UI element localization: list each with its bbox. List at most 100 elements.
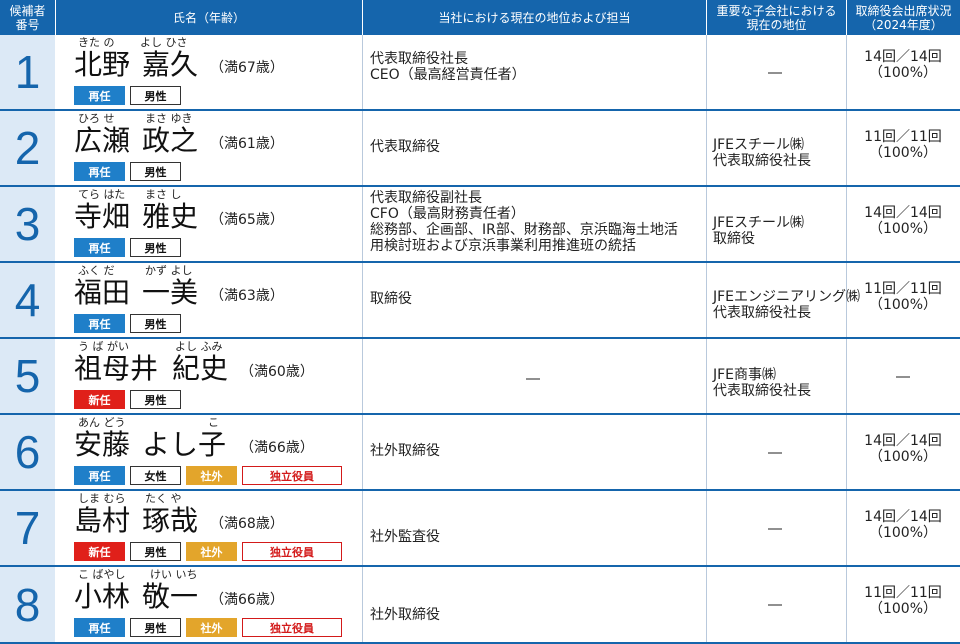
subsidiary-position: JFE商事㈱ 代表取締役社長 — [713, 367, 811, 399]
board-attendance: 11回／11回 （100%） — [864, 585, 942, 617]
current-position: 代表取締役副社長 CFO（最高財務責任者） 総務部、企画部、IR部、財務部、京浜… — [370, 190, 678, 254]
badge-group: 再任 女性 社外 独立役員 — [74, 466, 342, 485]
board-attendance: ― — [896, 369, 910, 385]
badge-group: 再任 男性 — [74, 86, 181, 105]
candidate-number: 4 — [14, 274, 41, 326]
surname: 寺畑 — [74, 200, 131, 233]
column-divider — [362, 339, 363, 413]
badge-outside: 社外 — [186, 542, 237, 561]
subsidiary-position: ― — [768, 521, 782, 537]
candidate-row: 5う ば がい よし ふみ 祖母井 紀史 （満60歳） 新任 男性 ― JFE商事㈱ 代表取締役… — [0, 339, 960, 415]
column-divider — [362, 35, 363, 109]
column-divider — [706, 263, 707, 337]
column-divider — [362, 111, 363, 185]
given-name: 雅史 — [142, 200, 199, 233]
candidate-number: 3 — [14, 198, 41, 250]
badge-new-appointment: 新任 — [74, 390, 125, 409]
badge-reelection: 再任 — [74, 618, 125, 637]
column-divider — [706, 491, 707, 565]
subsidiary-position: ― — [768, 597, 782, 613]
given-name: 一美 — [142, 276, 199, 309]
candidate-number: 8 — [14, 578, 41, 631]
candidate-number-cell: 1 — [0, 35, 55, 109]
age: （満67歳） — [210, 60, 284, 76]
badge-male: 男性 — [130, 314, 181, 333]
column-divider — [706, 415, 707, 489]
badge-reelection: 再任 — [74, 238, 125, 257]
candidate-row: 4 ふく だかず よし 福田 一美 （満63歳） 再任 男性 取締役 JFEエンジニアリング㈱ … — [0, 263, 960, 339]
given-name: 紀史 — [172, 352, 229, 385]
current-position: 社外取締役 — [370, 607, 440, 623]
surname: 島村 — [74, 504, 131, 537]
candidate-row: 8こ ばやし けい いち 小林 敬一 （満66歳） 再任 男性 社外 独立役員 社外取締役 ― 11回… — [0, 567, 960, 644]
candidate-number: 7 — [14, 502, 41, 554]
column-divider — [362, 187, 363, 261]
badge-group: 再任 男性 — [74, 238, 181, 257]
badge-group: 再任 男性 — [74, 162, 181, 181]
badge-group: 再任 男性 社外 独立役員 — [74, 618, 342, 637]
surname: 広瀬 — [74, 124, 131, 157]
badge-new-appointment: 新任 — [74, 542, 125, 561]
badge-independent-officer: 独立役員 — [242, 618, 342, 637]
given-name: 嘉久 — [142, 48, 199, 81]
badge-outside: 社外 — [186, 466, 237, 485]
given-name: 琢哉 — [142, 504, 199, 537]
column-divider — [706, 187, 707, 261]
candidate-row: 3 てら はた まさ し寺畑 雅史 （満65歳） 再任 男性 代表取締役副社長 CFO（最高財… — [0, 187, 960, 263]
age: （満65歳） — [210, 212, 284, 228]
candidate-number-cell: 5 — [0, 339, 55, 413]
candidate-number: 2 — [14, 122, 41, 174]
column-divider — [706, 567, 707, 642]
badge-reelection: 再任 — [74, 466, 125, 485]
candidate-number-cell: 2 — [0, 111, 55, 185]
subsidiary-position: ― — [768, 445, 782, 461]
current-position: 社外取締役 — [370, 443, 440, 459]
age: （満66歳） — [240, 440, 314, 456]
candidate-number: 5 — [14, 350, 41, 402]
candidate-row: 2 ひろ せまさ ゆき 広瀬 政之 （満61歳） 再任 男性 代表取締役 JFEスチール㈱ 代表… — [0, 111, 960, 187]
current-position: ― — [526, 371, 540, 387]
badge-female: 女性 — [130, 466, 181, 485]
candidate-row: 7 しま むら たく や島村 琢哉 （満68歳） 新任 男性 社外 独立役員 社外監査役 ― 14回／… — [0, 491, 960, 567]
candidate-row: 6 あん どうこ安藤 よし子 （満66歳） 再任 女性 社外 独立役員 社外取締役 ― 14回／14… — [0, 415, 960, 491]
candidate-row: 1 きた のよし ひさ 北野 嘉久 （満67歳） 再任 男性 代表取締役社長 CEO（最高経営… — [0, 35, 960, 111]
badge-male: 男性 — [130, 390, 181, 409]
badge-reelection: 再任 — [74, 86, 125, 105]
subsidiary-position: ― — [768, 65, 782, 81]
given-name: よし子 — [142, 428, 227, 461]
candidate-number-cell: 8 — [0, 567, 55, 642]
board-attendance: 11回／11回 （100%） — [864, 281, 942, 313]
candidate-number-cell: 7 — [0, 491, 55, 565]
header-current-position: 当社における現在の地位および担当 — [362, 0, 706, 35]
badge-male: 男性 — [130, 162, 181, 181]
column-divider — [362, 263, 363, 337]
current-position: 取締役 — [370, 291, 412, 307]
column-divider — [362, 491, 363, 565]
badge-group: 新任 男性 社外 独立役員 — [74, 542, 342, 561]
header-subsidiary-position: 重要な子会社における 現在の地位 — [706, 0, 846, 35]
board-attendance: 14回／14回 （100%） — [864, 205, 942, 237]
age: （満61歳） — [210, 136, 284, 152]
board-attendance: 11回／11回 （100%） — [864, 129, 942, 161]
badge-reelection: 再任 — [74, 314, 125, 333]
column-divider — [706, 35, 707, 109]
badge-male: 男性 — [130, 618, 181, 637]
current-position: 社外監査役 — [370, 529, 440, 545]
badge-male: 男性 — [130, 238, 181, 257]
subsidiary-position: JFEエンジニアリング㈱ 代表取締役社長 — [713, 289, 861, 321]
subsidiary-position: JFEスチール㈱ 取締役 — [713, 215, 805, 247]
badge-reelection: 再任 — [74, 162, 125, 181]
current-position: 代表取締役社長 CEO（最高経営責任者） — [370, 51, 526, 83]
table-header: 候補者 番号 氏名（年齢） 当社における現在の地位および担当 重要な子会社におけ… — [0, 0, 960, 35]
given-name: 敬一 — [142, 580, 199, 613]
header-name-age: 氏名（年齢） — [55, 0, 362, 35]
surname: 福田 — [74, 276, 131, 309]
surname: 小林 — [74, 580, 131, 613]
column-divider — [706, 339, 707, 413]
candidate-number-cell: 4 — [0, 263, 55, 337]
surname: 安藤 — [74, 428, 131, 461]
given-name: 政之 — [142, 124, 199, 157]
column-divider — [362, 567, 363, 642]
current-position: 代表取締役 — [370, 139, 440, 155]
badge-male: 男性 — [130, 542, 181, 561]
